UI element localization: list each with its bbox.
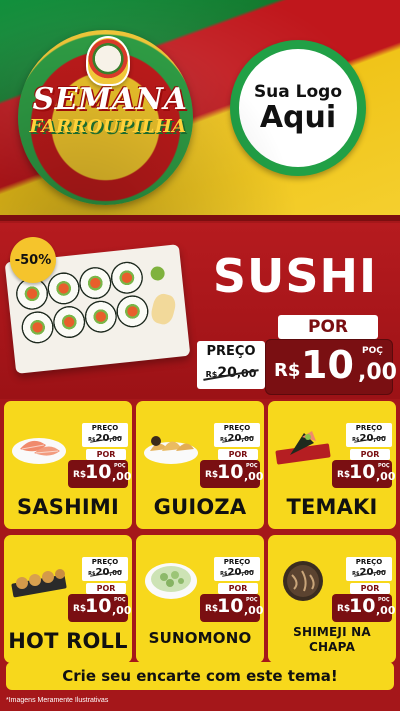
rio-grande-do-sul-crest-icon (86, 36, 130, 86)
featured-offer-card: -50% SUSHI POR PREÇO R$20,00 R$ 10 POÇ ,… (0, 223, 400, 399)
price-unit: POÇ (378, 463, 390, 469)
price-dec: ,00 (244, 470, 264, 483)
title-semana: SEMANA (32, 82, 188, 117)
shimeji-image (283, 561, 323, 601)
price-unit: POÇ (378, 597, 390, 603)
price-int: 10 (301, 343, 354, 387)
por-label: POR (218, 449, 258, 460)
por-label: POR (350, 583, 390, 594)
new-price-box: R$ 10 POÇ ,00 (265, 339, 397, 395)
preco-label: PREÇO (223, 424, 251, 432)
price-currency: R$ (274, 360, 301, 381)
por-label: POR (278, 315, 378, 339)
price-int: 10 (217, 461, 244, 483)
por-label: POR (218, 583, 258, 594)
price-unit: POÇ (246, 597, 258, 603)
preco-label: PREÇO (91, 424, 119, 432)
preco-label: PREÇO (206, 344, 256, 359)
sashimi-image (12, 438, 66, 464)
price-dec: ,00 (112, 604, 132, 617)
price-int: 10 (217, 595, 244, 617)
preco-label: PREÇO (355, 558, 383, 566)
price-dec: ,00 (376, 470, 396, 483)
divider (0, 215, 400, 221)
price-dec: ,00 (358, 360, 397, 385)
offers-section: -50% SUSHI POR PREÇO R$20,00 R$ 10 POÇ ,… (0, 215, 400, 711)
temaki-image (275, 431, 331, 465)
old-price-box: PREÇO R$20,00 (197, 341, 265, 389)
old-price-box: PREÇOR$20,00 (82, 557, 128, 581)
cta-banner[interactable]: Crie seu encarte com este tema! (6, 662, 394, 690)
product-card-shimeji-na-chapa: PREÇOR$20,00 POR R$10POÇ,00 SHIMEJI NA C… (268, 535, 396, 663)
product-name: HOT ROLL (8, 629, 128, 653)
new-price-box: R$ 10 POÇ ,00 (332, 594, 396, 622)
new-price-box: R$ 10 POÇ ,00 (200, 460, 264, 488)
product-name: TEMAKI (286, 495, 378, 519)
preco-label: PREÇO (223, 558, 251, 566)
logo-placeholder-line2: Aqui (259, 99, 337, 135)
price-dec: ,00 (112, 470, 132, 483)
preco-label: PREÇO (91, 558, 119, 566)
product-name: SASHIMI (16, 495, 119, 519)
product-card-sashimi: PREÇOR$20,00 POR R$10POÇ,00 SASHIMI (4, 401, 132, 529)
hot-roll-image (11, 569, 67, 598)
product-card-guioza: PREÇOR$20,00 POR R$10POÇ,00 GUIOZA (136, 401, 264, 529)
logo-placeholder-line1: Sua Logo (253, 81, 343, 102)
product-name: SUNOMONO (148, 629, 252, 647)
new-price-box: R$ 10 POÇ ,00 (68, 460, 132, 488)
product-name: SHIMEJI NA CHAPA (293, 625, 371, 654)
price-int: 10 (85, 595, 112, 617)
preco-label: PREÇO (355, 424, 383, 432)
title-farroupilha: FARROUPILHA (29, 116, 187, 137)
old-price-box: PREÇOR$20,00 (82, 423, 128, 447)
price-int: 10 (349, 461, 376, 483)
product-card-temaki: PREÇOR$20,00 POR R$10POÇ,00 TEMAKI (268, 401, 396, 529)
new-price-box: R$ 10 POÇ ,00 (332, 460, 396, 488)
old-price-box: PREÇOR$20,00 (346, 557, 392, 581)
hero-banner: SEMANA FARROUPILHA Sua Logo Aqui (0, 0, 400, 215)
por-label: POR (86, 583, 126, 594)
old-price-box: PREÇOR$20,00 (346, 423, 392, 447)
por-label: POR (86, 449, 126, 460)
logo-placeholder: Sua Logo Aqui (230, 40, 366, 176)
price-unit: POÇ (246, 463, 258, 469)
price-dec: ,00 (376, 604, 396, 617)
product-card-sunomono: PREÇOR$20,00 POR R$10POÇ,00 SUNOMONO (136, 535, 264, 663)
new-price-box: R$ 10 POÇ ,00 (200, 594, 264, 622)
new-price-box: R$ 10 POÇ ,00 (68, 594, 132, 622)
featured-product-name: SUSHI (212, 249, 378, 303)
por-label: POR (350, 449, 390, 460)
price-int: 10 (85, 461, 112, 483)
price-int: 10 (349, 595, 376, 617)
guioza-image (144, 436, 198, 464)
old-price-box: PREÇOR$20,00 (214, 557, 260, 581)
disclaimer: *Imagens Meramente Ilustrativas (6, 697, 109, 704)
sunomono-image (145, 563, 197, 599)
price-unit: POÇ (114, 463, 126, 469)
product-name: GUIOZA (153, 495, 247, 519)
old-price-box: PREÇOR$20,00 (214, 423, 260, 447)
price-unit: POÇ (114, 597, 126, 603)
price-dec: ,00 (244, 604, 264, 617)
price-unit: POÇ (362, 346, 383, 356)
product-card-hot-roll: PREÇOR$20,00 POR R$10POÇ,00 HOT ROLL (4, 535, 132, 663)
discount-badge: -50% (10, 237, 56, 283)
